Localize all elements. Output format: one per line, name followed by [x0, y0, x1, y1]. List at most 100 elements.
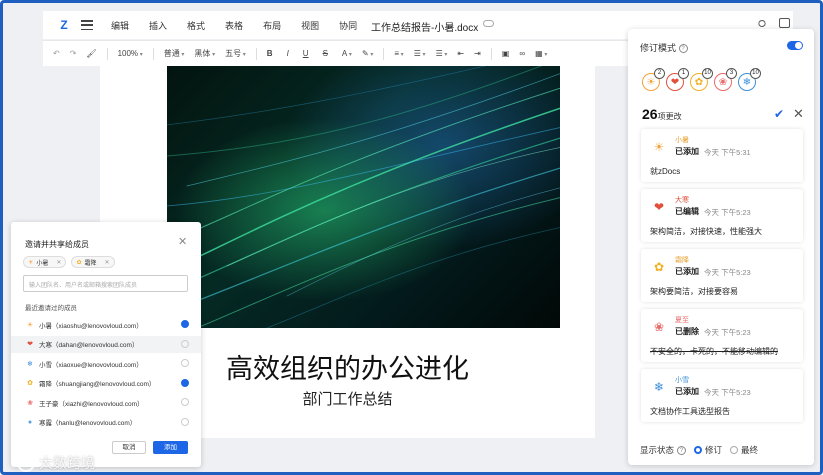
paragraph-style-select[interactable]: 普通 [164, 48, 185, 59]
avatar-badge: 10 [750, 68, 761, 79]
member-row[interactable]: ❄ 小雪（xiaoxue@lenovovloud.com） [11, 355, 201, 372]
toolbar-divider [383, 47, 385, 60]
align-icon[interactable]: ≡ [394, 49, 403, 58]
underline-icon[interactable]: U [303, 49, 309, 58]
bird-avatar-icon[interactable]: ❤ 1 [666, 68, 689, 91]
font-size-select[interactable]: 五号 [225, 48, 246, 59]
menu-view[interactable]: 视图 [301, 19, 319, 32]
revision-time: 今天 下午5:23 [704, 208, 751, 217]
menu-layout[interactable]: 布局 [263, 19, 281, 32]
member-search-input[interactable]: 输入团队名、用户名或邮箱搜索团队成员 [23, 275, 188, 292]
revision-action: 已添加 [675, 147, 699, 156]
invite-dialog-title: 邀请并共享给成员 [25, 240, 89, 249]
watermark-text: 大数跨境 [39, 455, 95, 471]
member-tag-label: 小暑 [36, 260, 49, 267]
revision-card[interactable]: ❀ 夏至 已删除 今天 下午5:23 不安全的，卡死的，不能移动编辑的 [641, 309, 803, 362]
revision-card[interactable]: ❤ 大寒 已编辑 今天 下午5:23 架构简洁，对接快速，性能强大 [641, 189, 803, 242]
watermark-logo-icon [17, 454, 35, 472]
member-label: 霜降（shuangjiang@lenovovloud.com） [39, 381, 156, 388]
toolbar-divider [152, 47, 154, 60]
format-painter-icon[interactable]: 🖌 [86, 49, 96, 58]
highlight-icon[interactable]: ✎ [362, 49, 373, 58]
member-row[interactable]: ❀ 王子豪（xiazhi@lenovovloud.com） [11, 394, 201, 411]
member-checkbox[interactable] [181, 339, 189, 348]
accept-all-icon[interactable]: ✔ [774, 107, 784, 121]
table-icon[interactable]: ▦ [535, 49, 547, 58]
app-logo-icon[interactable]: Z [57, 18, 71, 32]
help-icon[interactable]: ? [678, 44, 688, 54]
leaf-avatar-icon[interactable]: ✿ 10 [690, 68, 713, 91]
list-icon[interactable]: ☰ [414, 49, 426, 58]
revision-time: 今天 下午5:23 [704, 328, 751, 337]
undo-icon[interactable]: ↶ [53, 49, 60, 58]
reject-all-icon[interactable]: ✕ [793, 106, 804, 122]
menu-format[interactable]: 格式 [187, 19, 205, 32]
cloud-sync-icon [483, 20, 494, 27]
member-tag[interactable]: ✿ 霜降 ✕ [71, 256, 115, 268]
member-checkbox[interactable] [181, 417, 189, 426]
toolbar-divider [106, 47, 108, 60]
recent-members-label: 最近邀请过的成员 [25, 305, 77, 312]
redo-icon[interactable]: ↷ [70, 49, 77, 58]
strikethrough-icon[interactable]: S [323, 49, 328, 58]
member-row[interactable]: ☀ 小暑（xiaoshu@lenovovloud.com） [11, 316, 201, 333]
outdent-icon[interactable]: ⇤ [457, 49, 464, 58]
radio-final[interactable] [730, 446, 739, 454]
member-row[interactable]: ✿ 霜降（shuangjiang@lenovovloud.com） [11, 375, 201, 392]
font-family-select[interactable]: 黑体 [194, 48, 215, 59]
radio-revision[interactable] [694, 446, 703, 454]
revision-author: 小暑 [675, 137, 689, 144]
member-tag[interactable]: ☀ 小暑 ✕ [23, 256, 67, 268]
sun-icon: ☀ [653, 140, 665, 154]
sun-avatar-icon[interactable]: ☀ 2 [642, 68, 665, 91]
help-icon[interactable]: ? [677, 445, 687, 455]
menu-table[interactable]: 表格 [225, 19, 243, 32]
numbered-list-icon[interactable]: ☰ [436, 49, 448, 58]
collaborator-avatars: ☀ 2 ❤ 1 ✿ 10 ❀ 3 ❄ 10 [642, 68, 762, 91]
member-row[interactable]: ❤ 大寒（dahan@lenovovloud.com） [11, 335, 201, 353]
revision-card[interactable]: ☀ 小暑 已添加 今天 下午5:31 就zDocs [641, 129, 803, 182]
toolbar-divider [255, 47, 257, 60]
radio-revision-label[interactable]: 修订 [705, 444, 722, 456]
italic-icon[interactable]: I [287, 49, 289, 58]
member-label: 小雪（xiaoxue@lenovovloud.com） [39, 361, 143, 369]
revision-author: 霜降 [675, 257, 689, 264]
member-avatar-icon: ☀ [26, 321, 34, 329]
revision-mode-toggle[interactable] [787, 41, 803, 50]
radio-final-label[interactable]: 最终 [741, 444, 758, 456]
member-checkbox[interactable] [181, 320, 189, 328]
remove-tag-icon[interactable]: ✕ [104, 259, 109, 266]
add-button[interactable]: 添加 [153, 441, 188, 454]
cancel-button[interactable]: 取消 [112, 441, 146, 454]
snowflake-icon: ❄ [653, 380, 665, 394]
lotus-avatar-icon[interactable]: ❀ 3 [714, 68, 737, 91]
member-label: 寒露（hanlu@lenovovloud.com） [39, 420, 137, 427]
member-tag-icon: ✿ [76, 259, 82, 266]
member-checkbox[interactable] [181, 398, 189, 406]
revision-card[interactable]: ✿ 霜降 已添加 今天 下午5:23 架构要简洁，对接要容易 [641, 249, 803, 302]
menu-edit[interactable]: 编辑 [111, 19, 129, 32]
lotus-icon: ❀ [653, 320, 665, 334]
snowflake-avatar-icon[interactable]: ❄ 10 [738, 68, 761, 91]
revision-author: 大寒 [675, 197, 689, 204]
remove-tag-icon[interactable]: ✕ [56, 259, 61, 266]
zoom-select[interactable]: 100% [118, 49, 143, 58]
link-icon[interactable]: ∞ [519, 49, 525, 58]
member-checkbox[interactable] [181, 378, 189, 387]
avatar-badge: 2 [654, 68, 665, 79]
revision-action: 已删除 [675, 327, 699, 336]
hamburger-menu-icon[interactable] [81, 20, 93, 30]
font-color-icon[interactable]: A [342, 49, 352, 58]
image-icon[interactable]: ▣ [502, 49, 510, 58]
cover-image [167, 66, 560, 328]
revision-card[interactable]: ❄ 小雪 已添加 今天 下午5:23 文档协作工具选型报告 [641, 369, 803, 422]
menu-insert[interactable]: 插入 [149, 19, 167, 32]
member-checkbox[interactable] [181, 359, 189, 367]
bold-icon[interactable]: B [267, 49, 273, 58]
comment-icon[interactable] [779, 18, 790, 28]
menu-collaborate[interactable]: 协同 [339, 19, 357, 32]
member-row[interactable]: ● 寒露（hanlu@lenovovloud.com） [11, 414, 201, 431]
indent-icon[interactable]: ⇥ [474, 49, 481, 58]
member-label: 大寒（dahan@lenovovloud.com） [39, 342, 139, 349]
close-icon[interactable]: ✕ [178, 235, 187, 248]
